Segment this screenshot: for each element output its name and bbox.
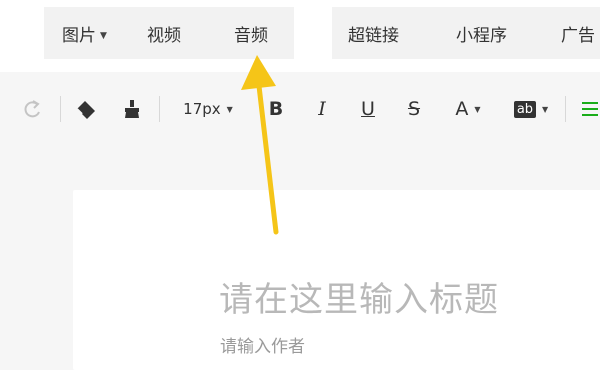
annotation-arrow (241, 55, 279, 235)
